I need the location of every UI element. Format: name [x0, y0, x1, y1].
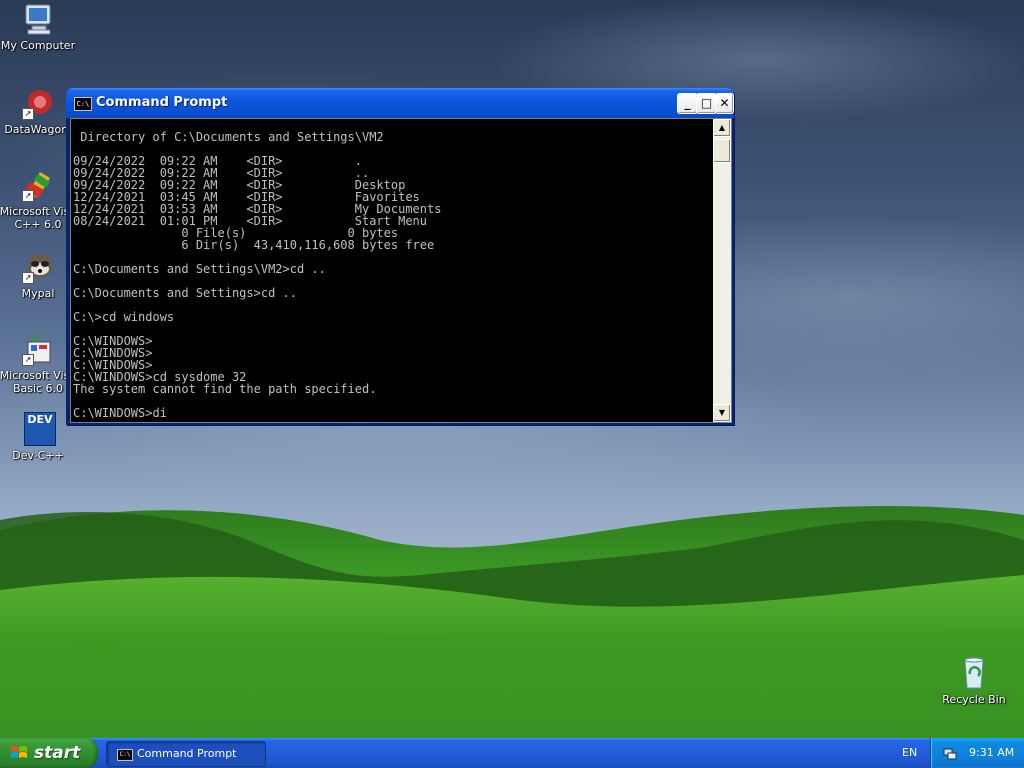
datawagon-icon: ↗ — [20, 86, 56, 120]
console-client-area[interactable]: Directory of C:\Documents and Settings\V… — [70, 118, 732, 423]
window-titlebar[interactable]: C:\ Command Prompt _ □ ✕ — [66, 88, 734, 118]
maximize-button[interactable]: □ — [696, 93, 717, 114]
minimize-button[interactable]: _ — [677, 93, 698, 114]
taskbar-item-label: Command Prompt — [137, 747, 237, 760]
visual-basic-icon: ↗ — [20, 332, 56, 366]
system-tray: 9:31 AM — [930, 738, 1024, 768]
devcpp-badge: DEV — [27, 413, 53, 426]
desktop-icon-my-computer[interactable]: My Computer — [0, 2, 78, 52]
console-output[interactable]: Directory of C:\Documents and Settings\V… — [71, 119, 713, 422]
shortcut-arrow-icon: ↗ — [22, 354, 34, 366]
scroll-up-button[interactable]: ▲ — [713, 119, 731, 137]
vertical-scrollbar[interactable]: ▲ ▼ — [713, 119, 731, 422]
clock[interactable]: 9:31 AM — [969, 746, 1014, 759]
cmd-icon: C:\ — [74, 97, 92, 111]
start-button[interactable]: start — [0, 738, 98, 768]
scroll-down-button[interactable]: ▼ — [713, 404, 731, 422]
close-button[interactable]: ✕ — [715, 93, 734, 114]
taskbar-item-command-prompt[interactable]: C:\ Command Prompt — [106, 741, 266, 767]
devcpp-icon: DEV — [20, 412, 56, 446]
windows-logo-icon — [11, 746, 27, 758]
mypal-icon: ↗ — [20, 250, 56, 284]
shortcut-arrow-icon: ↗ — [22, 272, 34, 284]
visual-cpp-icon: ↗ — [20, 168, 56, 202]
window-title: Command Prompt — [96, 95, 228, 110]
cmd-icon: C:\ — [117, 749, 133, 761]
console-text: Directory of C:\Documents and Settings\V… — [73, 130, 442, 420]
computer-icon — [20, 2, 56, 36]
start-label: start — [34, 743, 81, 763]
command-prompt-window[interactable]: C:\ Command Prompt _ □ ✕ Directory of C:… — [66, 88, 734, 425]
shortcut-arrow-icon: ↗ — [22, 190, 34, 202]
scroll-thumb[interactable] — [713, 139, 731, 163]
desktop-icon-recycle-bin[interactable]: Recycle Bin — [934, 656, 1014, 706]
network-tray-icon[interactable] — [943, 746, 957, 760]
recycle-bin-icon — [956, 656, 992, 690]
shortcut-arrow-icon: ↗ — [22, 108, 34, 120]
taskbar: start C:\ Command Prompt EN 9:31 AM — [0, 738, 1024, 768]
language-indicator[interactable]: EN — [902, 746, 917, 759]
